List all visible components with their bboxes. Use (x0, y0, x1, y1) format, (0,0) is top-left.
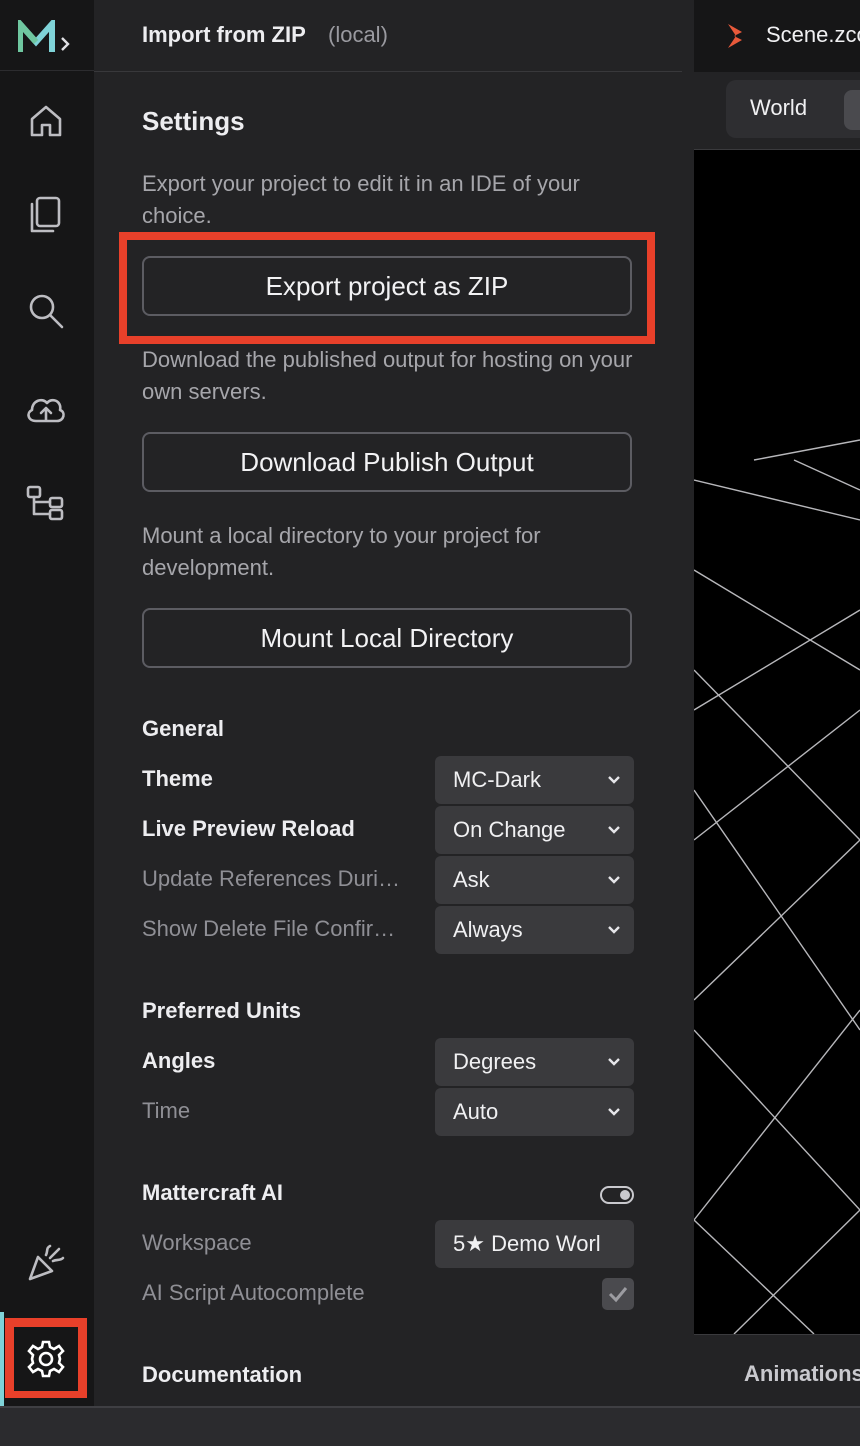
download-publish-button[interactable]: Download Publish Output (142, 432, 632, 492)
delete-confirm-value: Always (453, 917, 523, 942)
mount-directory-button[interactable]: Mount Local Directory (142, 608, 632, 668)
units-heading: Preferred Units (142, 998, 301, 1023)
cloud-upload-icon[interactable] (23, 386, 69, 432)
editor-tabbar: Scene.zcomp (694, 0, 860, 72)
live-preview-value: On Change (453, 817, 566, 842)
settings-panel: Import from ZIP (local) Settings Export … (94, 0, 694, 1406)
status-bar (0, 1406, 860, 1446)
autocomplete-label: AI Script Autocomplete (142, 1280, 365, 1305)
world-button[interactable]: World (750, 95, 807, 121)
angles-select[interactable]: Degrees (435, 1038, 634, 1086)
header-title: Import from ZIP (142, 22, 306, 47)
bottom-panel-tabs: Animations (694, 1334, 860, 1406)
workspace-field[interactable]: 5★ Demo Worl (435, 1220, 634, 1268)
files-icon[interactable] (23, 192, 69, 238)
header-subtitle: (local) (328, 22, 388, 47)
update-references-select[interactable]: Ask (435, 856, 634, 904)
chevron-down-icon (594, 825, 634, 835)
settings-title: Settings (142, 106, 245, 136)
hierarchy-icon[interactable] (23, 480, 69, 526)
export-highlight (119, 232, 655, 344)
local-button[interactable] (844, 90, 860, 130)
mount-description: Mount a local directory to your project … (142, 523, 541, 580)
update-references-label: Update References Duri… (142, 866, 401, 891)
angles-label: Angles (142, 1048, 216, 1073)
scene-file-icon (724, 22, 748, 55)
chevron-down-icon (594, 1107, 634, 1117)
scene-tab[interactable]: Scene.zcomp (766, 22, 860, 48)
mattercraft-logo-icon[interactable] (17, 16, 74, 59)
time-select[interactable]: Auto (435, 1088, 634, 1136)
animations-tab[interactable]: Animations (744, 1361, 860, 1387)
checkmark-icon (608, 1287, 628, 1303)
chevron-down-icon (594, 875, 634, 885)
theme-select[interactable]: MC-Dark (435, 756, 634, 804)
autocomplete-checkbox[interactable] (602, 1278, 634, 1310)
angles-value: Degrees (453, 1049, 537, 1074)
live-preview-label: Live Preview Reload (142, 816, 355, 841)
logo-area (0, 0, 94, 71)
home-icon[interactable] (23, 98, 69, 144)
update-references-value: Ask (453, 867, 490, 892)
chevron-down-icon (594, 925, 634, 935)
time-value: Auto (453, 1099, 499, 1124)
activity-rail (0, 0, 94, 1406)
ai-toggle[interactable] (600, 1186, 634, 1204)
export-description: Export your project to edit it in an IDE… (142, 171, 580, 228)
ai-heading: Mattercraft AI (142, 1180, 283, 1205)
active-indicator (0, 1312, 4, 1406)
party-popper-icon[interactable] (23, 1240, 69, 1286)
documentation-heading: Documentation (142, 1362, 303, 1387)
publish-description: Download the published output for hostin… (142, 347, 633, 404)
search-icon[interactable] (23, 288, 69, 334)
delete-confirm-label: Show Delete File Confir… (142, 916, 396, 941)
scene-viewport[interactable]: Scene.zcomp World Animations (694, 0, 860, 1406)
time-label: Time (142, 1098, 191, 1123)
theme-value: MC-Dark (453, 767, 541, 792)
general-heading: General (142, 716, 224, 741)
panel-header: Import from ZIP (local) (94, 0, 682, 72)
theme-label: Theme (142, 766, 213, 791)
gear-icon[interactable] (14, 1327, 78, 1391)
viewport-toolbar: World (694, 72, 860, 150)
chevron-down-icon (594, 1057, 634, 1067)
toggle-knob (620, 1190, 630, 1200)
space-toggle[interactable]: World (726, 80, 860, 138)
live-preview-select[interactable]: On Change (435, 806, 634, 854)
workspace-label: Workspace (142, 1230, 252, 1255)
delete-confirm-select[interactable]: Always (435, 906, 634, 954)
grid-floor (694, 439, 860, 1334)
chevron-down-icon (594, 775, 634, 785)
